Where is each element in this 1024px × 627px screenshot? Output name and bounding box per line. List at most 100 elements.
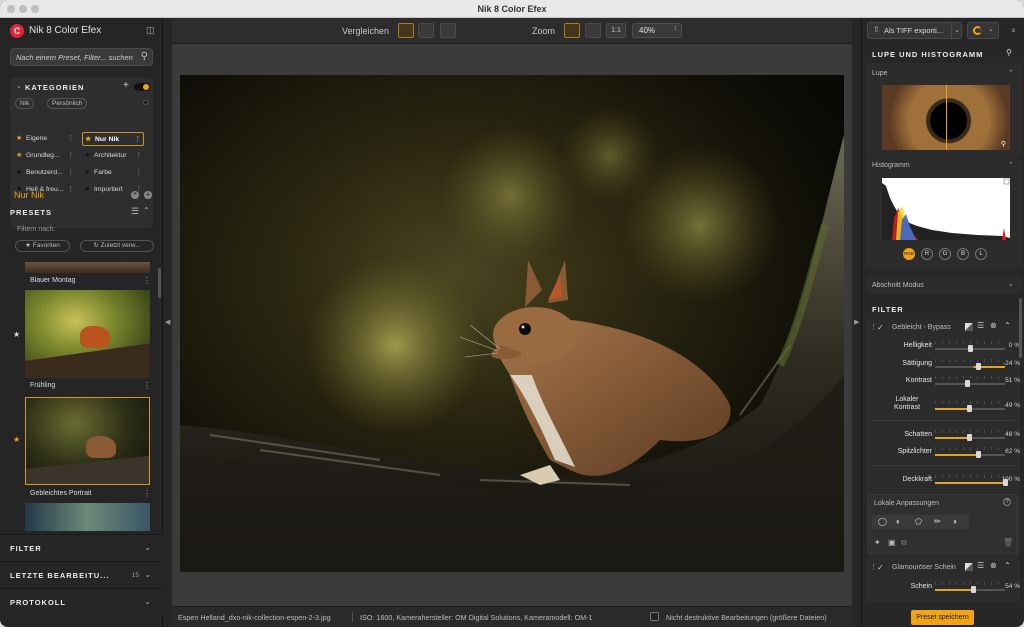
chevron-down-icon: ⌄ xyxy=(144,597,151,606)
category-grundlegend[interactable]: ★ Grundleg... ⋮ xyxy=(14,149,76,163)
star-icon[interactable]: ★ xyxy=(13,435,20,444)
loupe-preview[interactable]: ⚲ xyxy=(882,85,1010,150)
preset-thumbnail-gebleichtes-portrait[interactable] xyxy=(25,397,150,485)
panel-collapse-icon[interactable]: ◫ xyxy=(146,25,156,35)
menu-icon[interactable]: ☰ xyxy=(977,561,984,570)
zoom-fill-button[interactable] xyxy=(585,23,601,38)
compare-split-button[interactable] xyxy=(418,23,434,38)
processing-button[interactable]: ⌄ xyxy=(967,22,999,39)
close-window-button[interactable] xyxy=(7,5,15,13)
minimize-window-button[interactable] xyxy=(19,5,27,13)
zoom-window-button[interactable] xyxy=(31,5,39,13)
category-nur-nik[interactable]: ★ Nur Nik ⋮ xyxy=(82,132,144,146)
picker-icon[interactable]: ✦ xyxy=(874,538,881,547)
recent-filter[interactable]: ↻ Zuletzt verw... xyxy=(80,240,154,252)
duplicate-icon[interactable]: ⧉ xyxy=(901,538,907,548)
more-icon[interactable]: ⋮ xyxy=(143,381,151,390)
star-icon[interactable]: ★ xyxy=(13,330,20,339)
favorites-filter[interactable]: ★ Favoriten xyxy=(15,240,70,252)
zoom-one-to-one-button[interactable]: 1:1 xyxy=(606,23,626,38)
channel-l-button[interactable]: L xyxy=(975,248,987,260)
image-canvas-area: Vergleichen Zoom 1:1 40% ↕ Espen Helland… xyxy=(172,18,852,627)
help-icon[interactable]: ? xyxy=(1003,498,1011,506)
left-panel-handle[interactable]: ◀ xyxy=(163,18,172,627)
slider-shadows[interactable]: Schatten 48 % xyxy=(872,428,1020,444)
more-icon[interactable]: ⋮ xyxy=(143,489,151,498)
slider-highlights[interactable]: Spitzlichter 62 % xyxy=(872,445,1020,461)
add-category-icon[interactable]: + xyxy=(123,80,129,91)
chevron-up-icon[interactable]: ⌃ xyxy=(1008,69,1014,77)
control-point-icon[interactable]: ◯ xyxy=(878,517,887,526)
mask-icon[interactable] xyxy=(965,563,973,571)
channel-b-button[interactable]: B xyxy=(957,248,969,260)
remove-filter-icon[interactable]: ⊗ xyxy=(990,561,997,570)
save-preset-button[interactable]: Preset speichern xyxy=(911,610,974,625)
drag-handle-icon[interactable]: ⋮ xyxy=(870,323,877,331)
filter-enabled-check-icon[interactable]: ✓ xyxy=(877,563,884,572)
chevron-down-icon[interactable]: ⌄ xyxy=(16,82,22,90)
export-tiff-button[interactable]: ⇧ Als TIFF exporti... xyxy=(867,22,962,39)
preset-thumbnail-next[interactable] xyxy=(25,503,150,531)
list-view-icon[interactable]: ☰ xyxy=(131,206,139,217)
right-panel-handle[interactable]: ▶ xyxy=(852,18,861,627)
slider-opacity[interactable]: Deckkraft 100 % xyxy=(872,473,1020,489)
compare-single-button[interactable] xyxy=(398,23,414,38)
channel-g-button[interactable]: G xyxy=(939,248,951,260)
categories-title: KATEGORIEN xyxy=(25,83,85,92)
pill-personal[interactable]: Persönlich xyxy=(47,98,88,109)
brush-icon[interactable]: ✏ xyxy=(934,517,941,526)
preset-thumbnail-blauer-montag[interactable] xyxy=(25,262,150,273)
nondestructive-checkbox[interactable] xyxy=(650,612,659,621)
export-dropdown-icon[interactable]: ⌄ xyxy=(951,22,962,39)
presets-scrollbar[interactable] xyxy=(158,268,161,298)
slider-glow[interactable]: Schein 54 % xyxy=(872,580,1020,596)
filter-enabled-check-icon[interactable]: ✓ xyxy=(877,323,884,332)
slider-local-contrast[interactable]: Lokaler Kontrast 49 % xyxy=(872,393,1020,415)
pill-nik[interactable]: Nik xyxy=(15,98,35,109)
category-benutzerdefiniert[interactable]: ★ Benutzerd... ⋮ xyxy=(14,166,76,180)
main-photo[interactable] xyxy=(180,75,844,572)
mask-icon[interactable] xyxy=(965,323,973,331)
category-farbe[interactable]: ★ Farbe ⋮ xyxy=(82,166,144,180)
recent-edits-section[interactable]: LETZTE BEARBEITU... 15 ⌄ xyxy=(0,561,163,588)
slider-brightness[interactable]: Helligkeit 0 % xyxy=(872,339,1020,355)
luminosity-mask-icon[interactable]: ◑ xyxy=(952,517,957,526)
slider-contrast[interactable]: Kontrast 51 % xyxy=(872,374,1020,390)
filter-section[interactable]: FILTER ⌄ xyxy=(0,534,163,561)
menu-icon[interactable]: ☰ xyxy=(977,321,984,330)
category-architektur[interactable]: ★ Architektur ⋮ xyxy=(82,149,144,163)
chevron-up-icon[interactable]: ⌃ xyxy=(1004,321,1011,330)
search-input[interactable]: Nach einem Preset, Filter... suchen ⚲ xyxy=(10,48,153,66)
category-eigene[interactable]: ★ Eigene ⋮ xyxy=(14,132,76,146)
histogram-label: Histogramm xyxy=(872,162,910,169)
right-panel-scrollbar[interactable] xyxy=(1019,298,1022,358)
pin-icon[interactable]: ⚲ xyxy=(1006,48,1012,57)
channel-rgb-button[interactable]: RGB xyxy=(903,248,915,260)
more-icon[interactable]: ⋮ xyxy=(143,276,151,285)
remove-icon[interactable]: × xyxy=(131,191,139,199)
mask-view-icon[interactable]: ▣ xyxy=(888,538,896,547)
zoom-select[interactable]: 40% ↕ xyxy=(632,23,682,38)
chevron-up-icon[interactable]: ⌃ xyxy=(1008,161,1014,169)
channel-r-button[interactable]: R xyxy=(921,248,933,260)
zoom-fit-button[interactable] xyxy=(564,23,580,38)
nondestructive-label: Nicht destruktive Bearbeitungen (größere… xyxy=(666,613,827,622)
collapse-up-icon[interactable]: ⌅ xyxy=(1010,25,1017,34)
window-title: Nik 8 Color Efex xyxy=(477,4,547,14)
drag-handle-icon[interactable]: ⋮ xyxy=(870,563,877,571)
slider-saturation[interactable]: Sättigung -24 % xyxy=(872,357,1020,373)
remove-filter-icon[interactable]: ⊗ xyxy=(990,321,997,330)
polygon-lasso-icon[interactable]: ⬠ xyxy=(915,517,922,526)
section-mode-row[interactable]: Abschnitt Modus ⌄ xyxy=(866,276,1022,294)
history-section[interactable]: PROTOKOLL ⌄ xyxy=(0,588,163,615)
trash-icon[interactable]: 🗑 xyxy=(1003,538,1013,547)
gradient-point-icon[interactable]: ◐ xyxy=(896,517,901,526)
top-toolbar: Vergleichen Zoom 1:1 40% ↕ xyxy=(172,18,852,44)
chevron-up-icon[interactable]: ⌃ xyxy=(143,206,150,215)
categories-toggle[interactable] xyxy=(134,83,150,91)
preset-thumbnail-fruehling[interactable] xyxy=(25,290,150,378)
compare-vertical-button[interactable] xyxy=(440,23,456,38)
add-icon[interactable]: + xyxy=(144,191,152,199)
chevron-up-icon[interactable]: ⌃ xyxy=(1004,561,1011,570)
star-icon: ★ xyxy=(85,136,92,143)
